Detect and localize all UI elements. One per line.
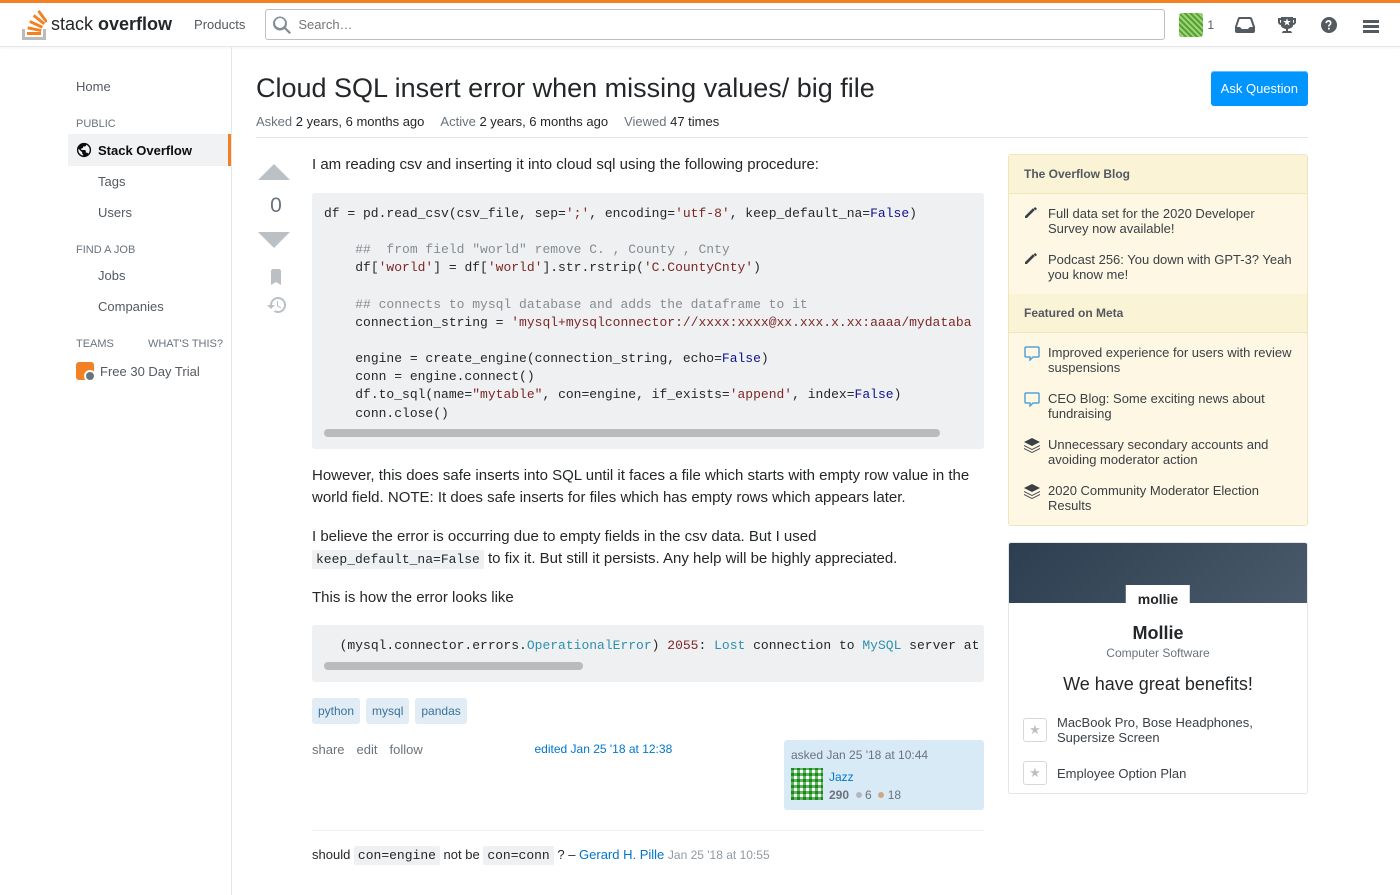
post-para-3: I believe the error is occurring due to … [312,526,984,571]
meta-item[interactable]: 2020 Community Moderator Election Result… [1009,475,1307,521]
search-input[interactable] [265,9,1165,40]
left-sidebar: Home PUBLIC Stack Overflow Tags Users FI… [68,47,232,895]
logo-icon [22,10,47,40]
comment-date: Jan 25 '18 at 10:55 [668,848,770,862]
edit-link[interactable]: edit [357,740,378,760]
post-para-1: I am reading csv and inserting it into c… [312,154,984,177]
pencil-icon [1024,206,1040,236]
asker-card: asked Jan 25 '18 at 10:44 Jazz 290 6 [784,740,984,810]
user-profile-link[interactable]: 1 [1173,13,1220,37]
ad-company-name: Mollie [1025,623,1291,644]
blog-item[interactable]: Full data set for the 2020 Developer Sur… [1009,198,1307,244]
tag-python[interactable]: python [312,698,360,724]
ad-industry: Computer Software [1025,646,1291,660]
stack-icon [1024,483,1040,513]
post-para-2: However, this does safe inserts into SQL… [312,465,984,510]
free-trial-label: Free 30 Day Trial [100,364,200,379]
speech-icon [1024,391,1040,421]
nav-stack-overflow[interactable]: Stack Overflow [68,134,231,166]
reputation-value: 1 [1207,18,1214,32]
teams-icon [76,362,94,380]
vote-count: 0 [256,194,296,218]
star-icon: ★ [1023,718,1047,742]
tag-list: python mysql pandas [312,698,984,724]
company-ad[interactable]: mollie Mollie Computer Software We have … [1008,542,1308,794]
meta-header: Featured on Meta [1009,294,1307,333]
meta-item[interactable]: Unnecessary secondary accounts and avoid… [1009,429,1307,475]
blog-item[interactable]: Podcast 256: You down with GPT-3? Yeah y… [1009,244,1307,290]
nav-tags[interactable]: Tags [68,166,231,197]
ad-benefit-row: ★ MacBook Pro, Bose Headphones, Supersiz… [1009,707,1307,753]
nav-home[interactable]: Home [68,71,231,102]
inbox-icon[interactable] [1228,8,1262,42]
help-icon[interactable] [1312,8,1346,42]
pencil-icon [1024,252,1040,282]
ad-benefit-row: ★ Employee Option Plan [1009,753,1307,793]
nav-header-public: PUBLIC [68,102,231,134]
follow-link[interactable]: follow [390,740,423,760]
overflow-blog-widget: The Overflow Blog Full data set for the … [1008,154,1308,526]
code-block-1: df = pd.read_csv(csv_file, sep=';', enco… [312,193,984,449]
nav-header-teams: TEAMS What's this? [68,322,231,354]
meta-item[interactable]: Improved experience for users with revie… [1009,337,1307,383]
asker-avatar[interactable] [791,768,823,800]
edited-link[interactable]: edited Jan 25 '18 at 12:38 [535,740,673,758]
globe-icon [76,142,92,158]
tag-pandas[interactable]: pandas [415,698,466,724]
code-block-2: (mysql.connector.errors.OperationalError… [312,625,984,681]
logo-text: stack overflow [51,14,172,35]
whats-this-link[interactable]: What's this? [148,338,223,350]
star-icon: ★ [1023,761,1047,785]
comment-author-link[interactable]: Gerard H. Pille [579,847,664,862]
products-link[interactable]: Products [182,11,257,38]
ad-banner-image: mollie [1009,543,1307,603]
bookmark-button[interactable] [256,268,296,286]
site-switcher-icon[interactable] [1354,8,1388,42]
ad-logo: mollie [1126,585,1190,613]
share-link[interactable]: share [312,740,345,760]
speech-icon [1024,345,1040,375]
achievements-icon[interactable] [1270,8,1304,42]
comment-row: should con=engine not be con=conn ? – Ge… [312,839,984,872]
nav-users[interactable]: Users [68,197,231,228]
asker-rep: 290 6 18 [829,786,901,804]
nav-stack-overflow-label: Stack Overflow [98,143,192,158]
tag-mysql[interactable]: mysql [366,698,409,724]
stack-icon [1024,437,1040,467]
site-logo[interactable]: stack overflow [12,10,182,40]
ask-question-button[interactable]: Ask Question [1211,71,1308,106]
ad-benefits-heading: We have great benefits! [1025,674,1291,695]
nav-companies[interactable]: Companies [68,291,231,322]
asker-name-link[interactable]: Jazz [829,770,854,784]
blog-header: The Overflow Blog [1009,155,1307,194]
post-para-4: This is how the error looks like [312,587,984,610]
search-icon [273,16,291,37]
asked-time: asked Jan 25 '18 at 10:44 [791,746,977,764]
avatar [1179,13,1203,37]
question-title: Cloud SQL insert error when missing valu… [256,71,875,106]
nav-jobs[interactable]: Jobs [68,260,231,291]
downvote-button[interactable] [256,222,292,258]
timeline-button[interactable] [256,296,296,314]
question-meta: Asked 2 years, 6 months ago Active 2 yea… [256,114,1308,138]
free-trial-link[interactable]: Free 30 Day Trial [68,354,231,388]
upvote-button[interactable] [256,154,292,190]
meta-item[interactable]: CEO Blog: Some exciting news about fundr… [1009,383,1307,429]
nav-header-find-job: FIND A JOB [68,228,231,260]
